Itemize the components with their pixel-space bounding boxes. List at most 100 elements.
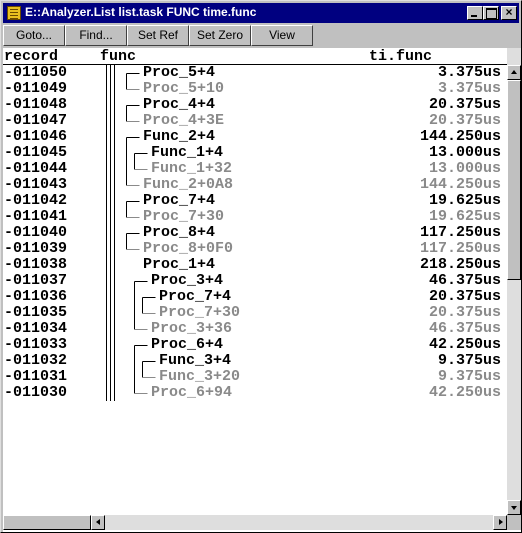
record-cell: -011036	[4, 288, 68, 305]
func-cell: Proc_8+0F0	[143, 240, 234, 257]
scroll-right-button[interactable]	[493, 515, 507, 530]
func-cell: Proc_7+4	[159, 288, 232, 305]
time-cell: 3.375us	[437, 80, 501, 97]
record-cell: -011044	[4, 160, 68, 177]
trace-row[interactable]: -011041 Proc_7+30 19.625us	[3, 209, 507, 225]
analyzer-list-window: E::Analyzer.List list.task FUNC time.fun…	[0, 0, 522, 533]
toolbar: Goto... Find... Set Ref Set Zero View	[3, 25, 519, 47]
func-column-header[interactable]: func	[100, 49, 136, 65]
func-cell: Proc_4+4	[143, 96, 216, 113]
horizontal-scrollbar[interactable]	[3, 515, 507, 530]
trace-list[interactable]: record func ti.func -011050 Proc_5+4 3.375…	[3, 48, 521, 532]
vertical-scrollbar[interactable]	[507, 48, 521, 515]
time-cell: 20.375us	[428, 96, 501, 113]
time-cell: 144.250us	[419, 176, 501, 193]
record-cell: -011037	[4, 272, 68, 289]
time-cell: 144.250us	[419, 128, 501, 145]
func-cell: Func_3+20	[159, 368, 241, 385]
time-cell: 20.375us	[428, 112, 501, 129]
close-button[interactable]: ×	[501, 5, 517, 20]
trace-row[interactable]: -011044 Func_1+32 13.000us	[3, 161, 507, 177]
time-cell: 46.375us	[428, 320, 501, 337]
time-cell: 19.625us	[428, 192, 501, 209]
record-cell: -011038	[4, 256, 68, 273]
arrow-up-icon	[511, 70, 517, 74]
func-cell: Proc_4+3E	[143, 112, 225, 129]
record-cell: -011042	[4, 192, 68, 209]
func-cell: Proc_3+4	[151, 272, 224, 289]
record-cell: -011033	[4, 336, 68, 353]
record-cell: -011040	[4, 224, 68, 241]
record-cell: -011030	[4, 384, 68, 401]
time-cell: 19.625us	[428, 208, 501, 225]
time-cell: 218.250us	[419, 256, 501, 273]
trace-row[interactable]: -011039 Proc_8+0F0 117.250us	[3, 241, 507, 257]
trace-rows: -011050 Proc_5+4 3.375us -011049 Proc_5+10 3.…	[3, 65, 507, 515]
func-cell: Proc_8+4	[143, 224, 216, 241]
func-cell: Proc_6+94	[151, 384, 233, 401]
record-column-header[interactable]: record	[4, 49, 58, 65]
trace-row[interactable]: -011032 Func_3+4 9.375us	[3, 353, 507, 369]
trace-row[interactable]: -011033 Proc_6+4 42.250us	[3, 337, 507, 353]
scroll-down-button[interactable]	[507, 500, 521, 515]
func-cell: Func_2+0A8	[143, 176, 234, 193]
scroll-up-button[interactable]	[507, 65, 521, 80]
minimize-button[interactable]	[467, 6, 483, 20]
time-cell: 46.375us	[428, 272, 501, 289]
minimize-icon	[471, 15, 477, 17]
record-cell: -011043	[4, 176, 68, 193]
set-ref-button[interactable]: Set Ref	[127, 25, 189, 46]
maximize-button[interactable]	[483, 6, 499, 20]
window-title: E::Analyzer.List list.task FUNC time.fun…	[25, 5, 257, 19]
trace-row[interactable]: -011048 Proc_4+4 20.375us	[3, 97, 507, 113]
trace-row[interactable]: -011038 Proc_1+4 218.250us	[3, 257, 507, 273]
trace-row[interactable]: -011047 Proc_4+3E 20.375us	[3, 113, 507, 129]
func-cell: Proc_7+4	[143, 192, 216, 209]
vertical-scroll-thumb[interactable]	[507, 80, 521, 280]
func-cell: Func_1+32	[151, 160, 233, 177]
trace-row[interactable]: -011040 Proc_8+4 117.250us	[3, 225, 507, 241]
time-cell: 13.000us	[428, 144, 501, 161]
trace-row[interactable]: -011049 Proc_5+10 3.375us	[3, 81, 507, 97]
record-cell: -011034	[4, 320, 68, 337]
trace-row[interactable]: -011035 Proc_7+30 20.375us	[3, 305, 507, 321]
time-cell: 20.375us	[428, 288, 501, 305]
goto-button[interactable]: Goto...	[3, 25, 65, 46]
record-cell: -011045	[4, 144, 68, 161]
trace-row[interactable]: -011037 Proc_3+4 46.375us	[3, 273, 507, 289]
title-bar[interactable]: E::Analyzer.List list.task FUNC time.fun…	[3, 3, 519, 23]
time-cell: 9.375us	[437, 352, 501, 369]
scroll-left-button[interactable]	[91, 515, 105, 530]
func-cell: Proc_7+30	[143, 208, 225, 225]
trace-row[interactable]: -011034 Proc_3+36 46.375us	[3, 321, 507, 337]
record-cell: -011047	[4, 112, 68, 129]
func-cell: Proc_3+36	[151, 320, 233, 337]
time-column-header[interactable]: ti.func	[369, 49, 432, 65]
view-button[interactable]: View	[251, 25, 313, 46]
find-button[interactable]: Find...	[65, 25, 127, 46]
trace-row[interactable]: -011046 Func_2+4 144.250us	[3, 129, 507, 145]
trace-row[interactable]: -011050 Proc_5+4 3.375us	[3, 65, 507, 81]
time-cell: 9.375us	[437, 368, 501, 385]
trace-row[interactable]: -011045 Func_1+4 13.000us	[3, 145, 507, 161]
func-cell: Func_3+4	[159, 352, 232, 369]
close-icon: ×	[505, 5, 513, 19]
record-cell: -011050	[4, 65, 68, 81]
time-cell: 20.375us	[428, 304, 501, 321]
trace-row[interactable]: -011036 Proc_7+4 20.375us	[3, 289, 507, 305]
time-cell: 42.250us	[428, 384, 501, 401]
set-zero-button[interactable]: Set Zero	[189, 25, 251, 46]
arrow-down-icon	[511, 506, 517, 510]
trace-row[interactable]: -011031 Func_3+20 9.375us	[3, 369, 507, 385]
record-cell: -011032	[4, 352, 68, 369]
record-cell: -011048	[4, 96, 68, 113]
analyzer-list-icon[interactable]	[7, 6, 21, 20]
trace-row[interactable]: -011030 Proc_6+94 42.250us	[3, 385, 507, 401]
horizontal-scroll-thumb[interactable]	[3, 515, 91, 530]
time-cell: 117.250us	[419, 240, 501, 257]
trace-row[interactable]: -011043 Func_2+0A8 144.250us	[3, 177, 507, 193]
record-cell: -011035	[4, 304, 68, 321]
time-cell: 42.250us	[428, 336, 501, 353]
column-header: record func ti.func	[3, 48, 507, 65]
trace-row[interactable]: -011042 Proc_7+4 19.625us	[3, 193, 507, 209]
